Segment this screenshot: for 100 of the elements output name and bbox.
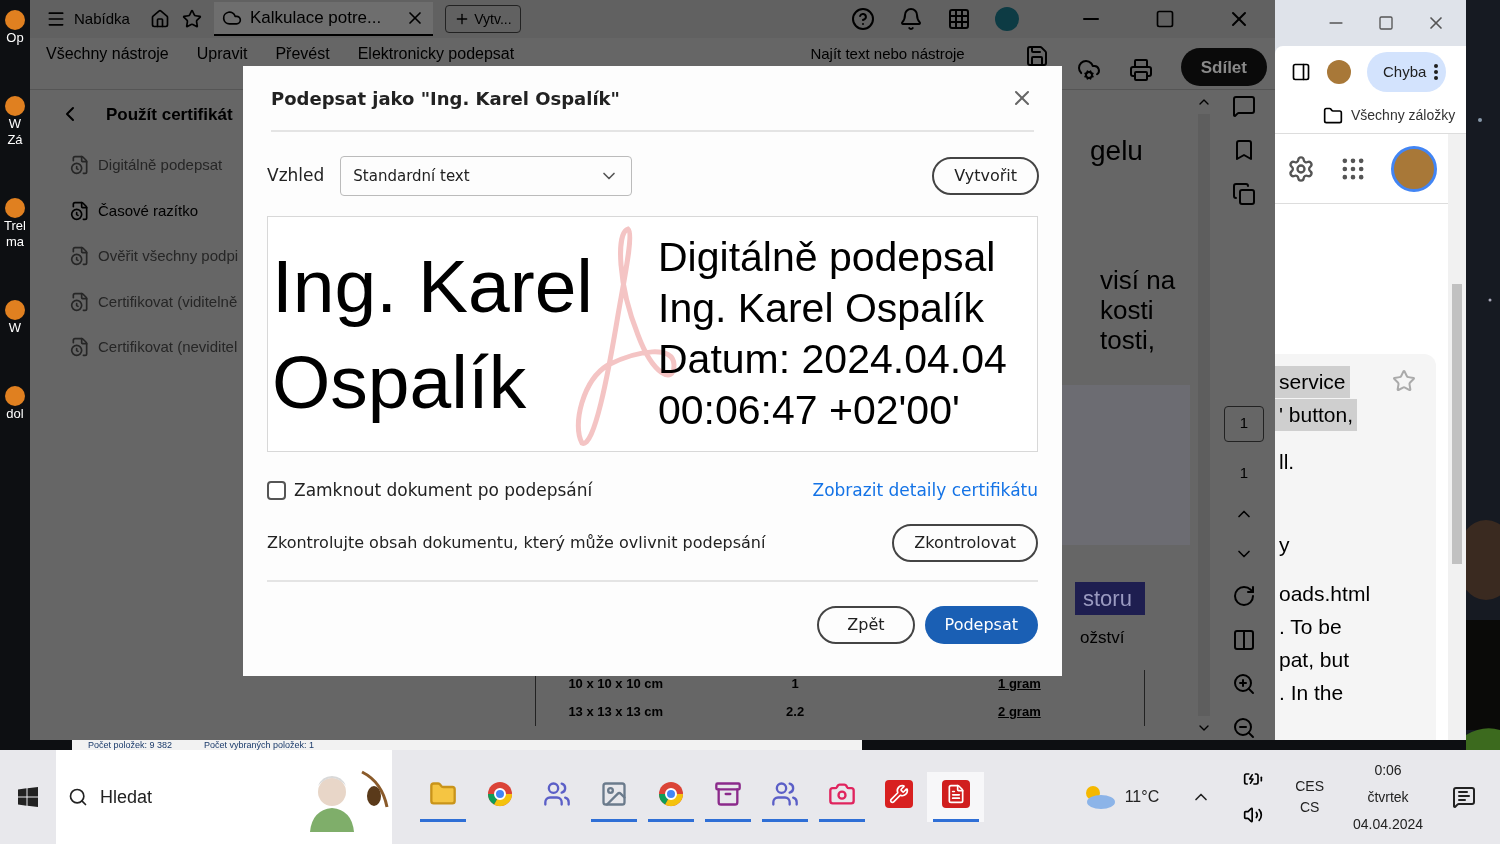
maximize-icon[interactable] — [1155, 9, 1175, 30]
taskbar-app[interactable] — [927, 772, 984, 822]
settings-icon[interactable] — [1287, 154, 1315, 183]
page-text: service — [1275, 366, 1350, 398]
search-icon — [68, 787, 88, 807]
toolbar-tab[interactable]: Upravit — [196, 44, 248, 65]
sign-button[interactable]: Podepsat — [924, 605, 1038, 644]
search-field[interactable]: Hledat — [56, 750, 392, 844]
shortcut-label: W — [8, 320, 22, 336]
printer-icon[interactable] — [1128, 58, 1153, 83]
notifications-icon[interactable] — [1452, 785, 1476, 809]
signature-detail: Ing. Karel Ospalík — [658, 284, 985, 333]
dialog-title: Podepsat jako "Ing. Karel Ospalík" — [271, 86, 620, 111]
share-button[interactable]: Sdílet — [1180, 48, 1267, 87]
maximize-icon[interactable] — [1378, 15, 1394, 31]
clock-date: 04.04.2024 — [1352, 814, 1424, 834]
clock-weekday: čtvrtek — [1367, 787, 1409, 807]
status-text: Počet položek: 9 382 — [88, 740, 173, 750]
globe-icon — [656, 780, 685, 808]
toolbar-tab[interactable]: Převést — [275, 44, 330, 65]
tool-item[interactable]: Časové razítko — [58, 199, 245, 222]
help-icon[interactable] — [851, 7, 875, 32]
lock-checkbox[interactable] — [267, 481, 286, 501]
document-clock-icon — [70, 246, 90, 267]
page-text: ' button, — [1275, 399, 1358, 431]
archive-icon — [713, 780, 742, 808]
cloud-icon[interactable] — [1076, 58, 1101, 83]
volume-icon[interactable] — [1243, 805, 1264, 825]
status-text: Počet vybraných položek: 1 — [204, 740, 315, 750]
checkbox-label: Zamknout dokument po podepsání — [294, 479, 593, 502]
toolbar-tab[interactable]: Všechny nástroje — [46, 44, 169, 65]
side-panel-icon[interactable] — [1291, 62, 1311, 82]
page-number-field[interactable]: 1 — [1224, 405, 1264, 442]
create-button[interactable]: Vytvořit — [932, 157, 1039, 195]
more-icon — [1434, 64, 1439, 80]
document-clock-icon — [70, 291, 90, 312]
document-clock-icon — [70, 155, 90, 176]
bookmarks-label[interactable]: Všechny záložky — [1351, 105, 1456, 126]
document-text: visí na — [1100, 264, 1176, 295]
app-shortcut-icon[interactable] — [5, 96, 25, 116]
page-text: oads.html — [1278, 581, 1372, 607]
shortcut-label: W — [8, 116, 22, 132]
new-tab-button[interactable]: Vytv... — [445, 5, 521, 34]
star-icon[interactable] — [181, 9, 202, 30]
document-clock-icon — [70, 337, 90, 358]
app-shortcut-icon[interactable] — [5, 198, 25, 218]
check-hint: Zkontrolujte obsah dokumentu, který může ovlivnit podepsání — [267, 531, 766, 554]
table-cell-text: 2 gram — [997, 702, 1042, 721]
document-clock-icon — [70, 200, 90, 221]
menu-button[interactable]: Nabídka — [38, 7, 138, 31]
globe-icon — [485, 780, 514, 808]
table-cell-text: 13 x 13 x 13 cm — [567, 702, 665, 721]
shortcut-label: Op — [6, 30, 24, 46]
document-text: kosti — [1100, 294, 1155, 325]
profile-button[interactable]: Chyba — [1367, 52, 1447, 92]
zoom-in-icon[interactable] — [1232, 672, 1256, 696]
star-icon[interactable] — [1392, 369, 1416, 393]
field-label: Vzhled — [267, 164, 325, 188]
people-icon — [542, 780, 571, 808]
tools-icon — [884, 780, 913, 808]
bell-icon[interactable] — [899, 7, 923, 32]
home-icon[interactable] — [149, 9, 170, 30]
clock-time: 0:06 — [1374, 760, 1402, 780]
app-shortcut-icon[interactable] — [5, 386, 25, 406]
save-icon[interactable] — [1024, 44, 1049, 69]
signature-detail: Digitálně podepsal — [658, 233, 997, 282]
toolbar-tab[interactable]: Elektronicky podepsat — [357, 44, 515, 65]
document-icon — [941, 780, 970, 808]
back-button[interactable]: Zpět — [817, 605, 915, 644]
document-heading: gelu — [1090, 133, 1143, 168]
check-button[interactable]: Zkontrolovat — [892, 523, 1038, 562]
zoom-out-icon[interactable] — [1232, 716, 1256, 740]
avatar[interactable] — [995, 7, 1019, 32]
rotate-icon[interactable] — [1232, 584, 1256, 608]
fit-page-icon[interactable] — [1232, 628, 1256, 652]
image-icon — [599, 780, 628, 808]
appearance-select[interactable]: Standardní text — [340, 156, 633, 196]
language-indicator[interactable]: CS — [1299, 797, 1320, 818]
apps-icon[interactable] — [947, 7, 971, 32]
comment-icon[interactable] — [1232, 93, 1256, 118]
tab-title: Kalkulace potre... — [249, 7, 382, 30]
language-indicator[interactable]: CES — [1295, 776, 1324, 797]
page-count: 1 — [1239, 462, 1249, 483]
document-tab[interactable]: Kalkulace potre... — [213, 2, 434, 37]
shortcut-label: ma — [5, 234, 25, 250]
temperature: 11°C — [1124, 787, 1160, 807]
page-text: y — [1278, 532, 1291, 558]
shortcut-label: Zá — [7, 132, 23, 148]
certificate-details-link[interactable]: Zobrazit detaily certifikátu — [812, 478, 1038, 504]
panel-title: Použít certifikát — [106, 103, 233, 126]
document-text: ožství — [1080, 626, 1125, 649]
signature-detail: Datum: 2024.04.04 — [658, 335, 1007, 384]
copy-icon[interactable] — [1232, 181, 1256, 206]
app-shortcut-icon[interactable] — [5, 10, 25, 30]
account-avatar[interactable] — [1391, 145, 1437, 192]
table-cell-text: 2.2 — [785, 702, 806, 721]
folder-icon[interactable] — [1323, 105, 1343, 126]
app-shortcut-icon[interactable] — [5, 300, 25, 320]
table-cell-text: 1 gram — [997, 674, 1042, 693]
profile-avatar[interactable] — [1327, 60, 1351, 84]
